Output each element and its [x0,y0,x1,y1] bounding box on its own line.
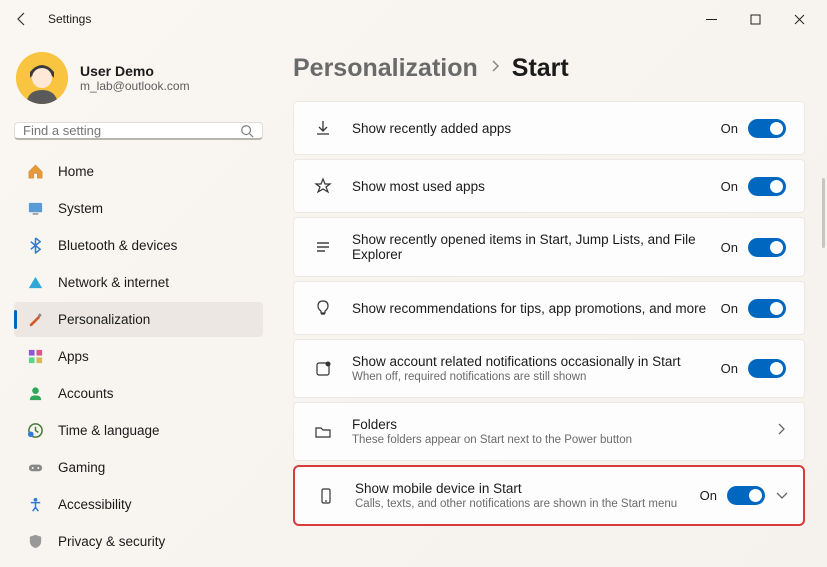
bulb-icon [312,299,334,317]
nav-label: Home [58,164,94,179]
setting-recommendations[interactable]: Show recommendations for tips, app promo… [293,281,805,335]
setting-folders[interactable]: Folders These folders appear on Start ne… [293,402,805,461]
toggle-state: On [721,121,738,136]
notification-icon [312,360,334,378]
list-icon [312,238,334,256]
setting-title: Show mobile device in Start [355,481,700,496]
nav-item-time[interactable]: Time & language [14,413,263,448]
setting-title: Show recently added apps [352,121,721,136]
user-email: m_lab@outlook.com [80,79,190,93]
breadcrumb-separator-icon [490,59,500,78]
personalization-icon [26,311,44,329]
chevron-down-icon[interactable] [775,487,789,505]
home-icon [26,163,44,181]
nav-item-apps[interactable]: Apps [14,339,263,374]
titlebar: Settings [0,0,827,38]
toggle-switch[interactable] [727,486,765,505]
user-block[interactable]: User Demo m_lab@outlook.com [14,46,263,122]
toggle-state: On [721,361,738,376]
back-arrow-icon [14,11,30,27]
nav-label: System [58,201,103,216]
user-name: User Demo [80,63,190,79]
toggle-switch[interactable] [748,119,786,138]
toggle-state: On [721,301,738,316]
setting-account-notifications[interactable]: Show account related notifications occas… [293,339,805,398]
setting-title: Show most used apps [352,179,721,194]
breadcrumb-current: Start [512,54,569,83]
search-box[interactable] [14,122,263,140]
breadcrumb-parent[interactable]: Personalization [293,54,478,83]
setting-subtitle: When off, required notifications are sti… [352,371,721,383]
close-icon [794,14,805,25]
close-button[interactable] [777,3,821,35]
nav-item-accessibility[interactable]: Accessibility [14,487,263,522]
toggle-switch[interactable] [748,177,786,196]
nav-item-bluetooth[interactable]: Bluetooth & devices [14,228,263,263]
setting-mobile-device[interactable]: Show mobile device in Start Calls, texts… [293,465,805,526]
minimize-button[interactable] [689,3,733,35]
nav-label: Privacy & security [58,534,165,549]
network-icon [26,274,44,292]
nav: Home System Bluetooth & devices Network … [14,154,263,559]
gaming-icon [26,459,44,477]
setting-subtitle: Calls, texts, and other notifications ar… [355,498,700,510]
setting-recently-added[interactable]: Show recently added apps On [293,101,805,155]
system-icon [26,200,44,218]
bluetooth-icon [26,237,44,255]
download-icon [312,119,334,137]
setting-title: Folders [352,417,766,432]
accessibility-icon [26,496,44,514]
apps-icon [26,348,44,366]
toggle-state: On [721,240,738,255]
toggle-state: On [721,179,738,194]
settings-list: Show recently added apps On Show most us… [293,101,805,526]
accounts-icon [26,385,44,403]
nav-label: Gaming [58,460,105,475]
nav-label: Accessibility [58,497,132,512]
nav-item-network[interactable]: Network & internet [14,265,263,300]
nav-label: Apps [58,349,89,364]
setting-recently-opened[interactable]: Show recently opened items in Start, Jum… [293,217,805,277]
star-icon [312,177,334,195]
setting-most-used[interactable]: Show most used apps On [293,159,805,213]
nav-label: Network & internet [58,275,169,290]
back-button[interactable] [6,3,38,35]
nav-label: Personalization [58,312,150,327]
nav-label: Time & language [58,423,160,438]
sidebar: User Demo m_lab@outlook.com Home System … [0,38,275,567]
search-input[interactable] [23,123,240,138]
nav-item-personalization[interactable]: Personalization [14,302,263,337]
setting-title: Show recently opened items in Start, Jum… [352,232,721,262]
main-content: Personalization Start Show recently adde… [275,38,827,567]
nav-label: Accounts [58,386,114,401]
search-icon [240,124,254,138]
privacy-icon [26,533,44,551]
toggle-switch[interactable] [748,238,786,257]
toggle-state: On [700,488,717,503]
avatar-icon [16,52,68,104]
toggle-switch[interactable] [748,359,786,378]
setting-title: Show account related notifications occas… [352,354,721,369]
setting-title: Show recommendations for tips, app promo… [352,301,721,316]
nav-label: Bluetooth & devices [58,238,177,253]
chevron-right-icon [776,422,786,441]
setting-subtitle: These folders appear on Start next to th… [352,434,766,446]
nav-item-gaming[interactable]: Gaming [14,450,263,485]
maximize-icon [750,14,761,25]
nav-item-privacy[interactable]: Privacy & security [14,524,263,559]
folder-icon [312,423,334,441]
scrollbar[interactable] [822,178,825,248]
phone-icon [315,487,337,505]
nav-item-accounts[interactable]: Accounts [14,376,263,411]
minimize-icon [706,14,717,25]
window-controls [689,3,821,35]
avatar [16,52,68,104]
toggle-switch[interactable] [748,299,786,318]
nav-item-home[interactable]: Home [14,154,263,189]
nav-item-system[interactable]: System [14,191,263,226]
maximize-button[interactable] [733,3,777,35]
window-title: Settings [48,12,91,26]
breadcrumb: Personalization Start [293,54,805,83]
time-icon [26,422,44,440]
